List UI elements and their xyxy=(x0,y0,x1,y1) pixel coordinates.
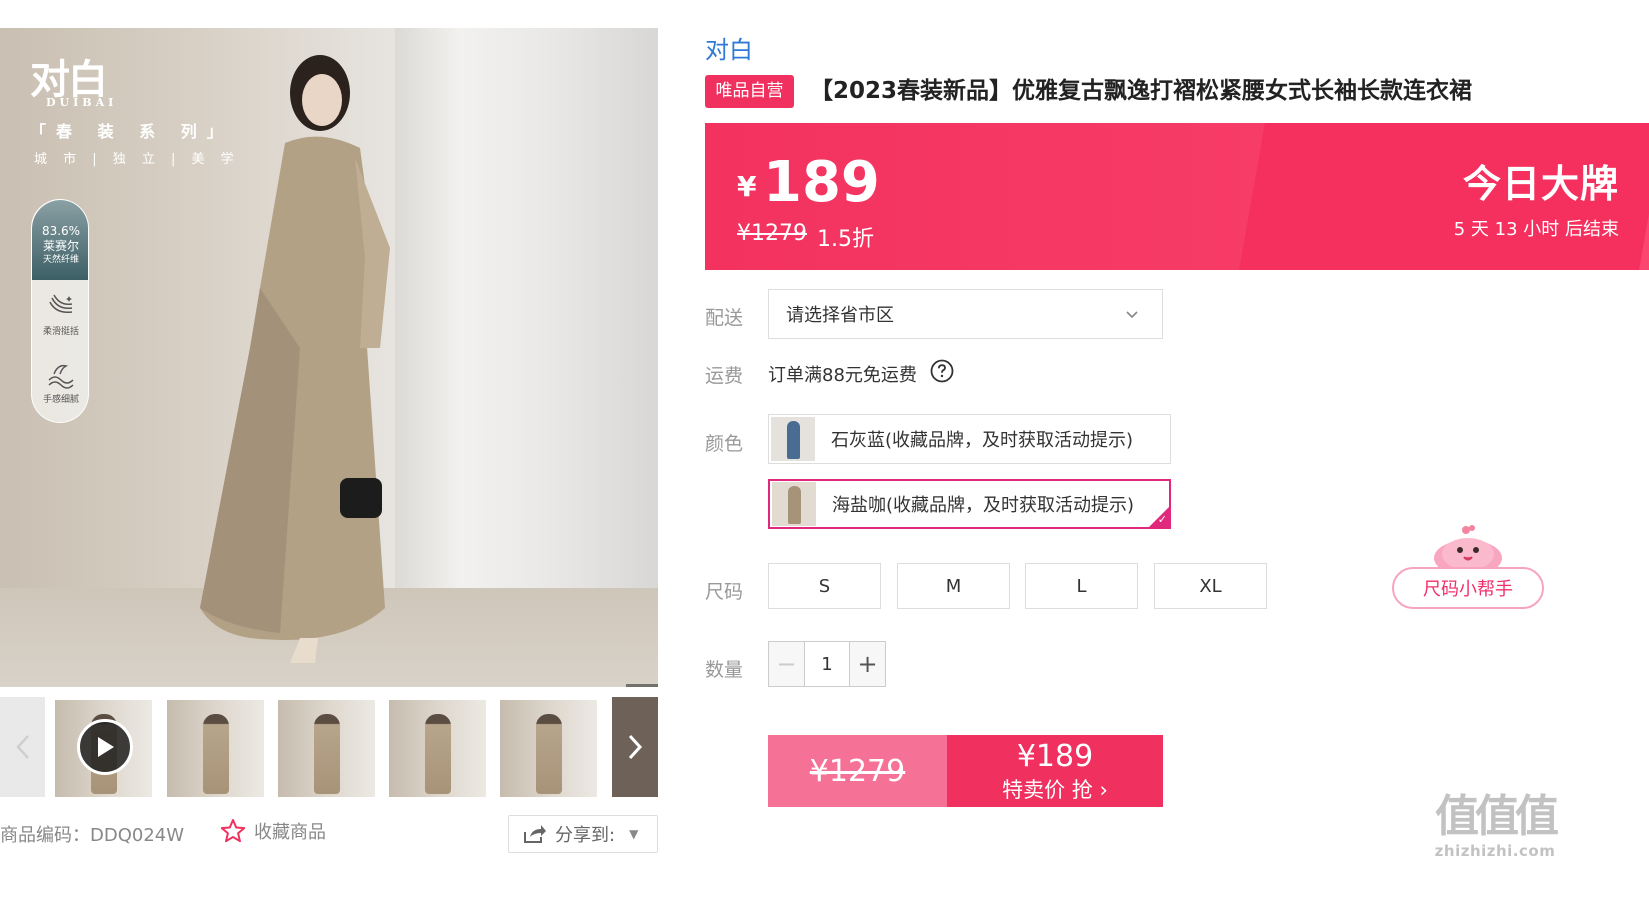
quantity-stepper: − 1 + xyxy=(768,641,886,687)
color-option[interactable]: 石灰蓝(收藏品牌，及时获取活动提示) xyxy=(768,414,1171,464)
region-select[interactable]: 请选择省市区 xyxy=(768,289,1163,339)
thumbnail-prev-button[interactable] xyxy=(0,697,45,797)
size-option-m[interactable]: M xyxy=(897,563,1010,609)
thumbnail-figure xyxy=(203,714,229,794)
buy-now-button[interactable]: ¥189 特卖价 抢 › xyxy=(947,735,1163,807)
color-option-selected[interactable]: 海盐咖(收藏品牌，及时获取活动提示) ✓ xyxy=(768,479,1171,529)
delivery-label: 配送 xyxy=(705,307,744,329)
wave-icon xyxy=(48,364,74,389)
buy-price: ¥189 xyxy=(1016,739,1094,774)
quantity-decrease-button[interactable]: − xyxy=(769,642,805,686)
size-helper-button[interactable]: 尺码小帮手 xyxy=(1392,567,1544,609)
price-currency: ¥ xyxy=(737,170,757,203)
quantity-label: 数量 xyxy=(705,659,744,681)
swatch-figure xyxy=(787,421,800,459)
buy-original-price: ¥1279 xyxy=(768,735,947,807)
feature-label: 柔滑挺括 xyxy=(42,327,79,337)
help-icon[interactable] xyxy=(930,359,954,383)
thumbnail-figure xyxy=(425,714,451,794)
chevron-down-icon xyxy=(1126,311,1138,319)
feature-soft: 手感细腻 xyxy=(32,360,88,405)
original-price: ¥1279 xyxy=(737,221,807,246)
share-label: 分享到: xyxy=(555,825,616,846)
size-option-l[interactable]: L xyxy=(1025,563,1138,609)
sku-bar: 商品编码：DDQ024W 收藏商品 分享到: ▼ xyxy=(0,812,660,854)
sku-code: 商品编码：DDQ024W xyxy=(0,825,185,846)
thumbnail-image[interactable] xyxy=(167,700,264,797)
check-icon: ✓ xyxy=(1157,513,1167,526)
self-operated-badge: 唯品自营 xyxy=(705,75,794,108)
favorite-button[interactable]: 收藏商品 xyxy=(220,818,326,844)
fiber-percent: 83.6% xyxy=(41,224,81,238)
size-option-s[interactable]: S xyxy=(768,563,881,609)
swatch-figure xyxy=(788,486,801,524)
countdown-timer: 5 天 13 小时 后结束 xyxy=(1453,219,1619,240)
thumbnail-figure xyxy=(536,714,562,794)
color-option-label: 海盐咖(收藏品牌，及时获取活动提示) xyxy=(832,495,1135,516)
buy-button[interactable]: ¥1279 ¥189 特卖价 抢 › xyxy=(768,735,1163,807)
favorite-label: 收藏商品 xyxy=(254,822,326,843)
fiber-name: 莱赛尔 xyxy=(42,239,79,253)
thumbnail-image[interactable] xyxy=(278,700,375,797)
play-icon xyxy=(98,737,114,757)
drape-icon xyxy=(49,294,73,314)
feature-label: 手感细腻 xyxy=(42,395,79,405)
watermark-domain: zhizhizhi.com xyxy=(1434,842,1556,860)
fiber-desc: 天然纤维 xyxy=(42,255,79,265)
shipping-label: 运费 xyxy=(705,365,744,387)
thumbnail-figure xyxy=(314,714,340,794)
play-video-button[interactable] xyxy=(77,719,133,775)
star-icon xyxy=(220,819,246,843)
brand-link[interactable]: 对白 xyxy=(705,30,753,65)
thumbnail-next-button[interactable] xyxy=(612,697,658,797)
quantity-value[interactable]: 1 xyxy=(805,642,849,686)
caret-down-icon: ▼ xyxy=(629,827,639,841)
chevron-left-icon xyxy=(15,735,29,759)
zoom-button[interactable] xyxy=(626,684,658,687)
shipping-policy: 订单满88元免运费 xyxy=(768,365,917,386)
watermark-logo: 值值值 xyxy=(1435,791,1559,842)
fiber-badge: 83.6% 莱赛尔 天然纤维 xyxy=(32,200,88,280)
discount-rate: 1.5折 xyxy=(817,227,874,252)
quantity-increase-button[interactable]: + xyxy=(849,642,885,686)
price-banner: ¥ 189 ¥1279 1.5折 今日大牌 5 天 13 小时 后结束 xyxy=(705,123,1649,270)
share-dropdown[interactable]: 分享到: ▼ xyxy=(508,815,658,853)
color-swatch xyxy=(772,482,816,526)
product-title: 【2023春装新品】优雅复古飘逸打褶松紧腰女式长袖长款连衣裙 xyxy=(810,78,1473,104)
color-swatch xyxy=(771,417,815,461)
current-price: 189 xyxy=(763,150,880,215)
main-product-image[interactable]: 对白 DUIBAI 「春 装 系 列」 城 市 | 独 立 | 美 学 83.6… xyxy=(0,28,658,687)
thumbnail-image[interactable] xyxy=(389,700,486,797)
brand-logo-subtitle: DUIBAI xyxy=(46,96,118,109)
share-icon xyxy=(524,825,546,843)
thumbnail-strip xyxy=(0,697,658,797)
thumbnail-image[interactable] xyxy=(500,700,597,797)
series-title: 「春 装 系 列」 xyxy=(30,122,233,141)
series-subtitle: 城 市 | 独 立 | 美 学 xyxy=(34,152,240,167)
feature-smooth: 柔滑挺括 xyxy=(32,292,88,337)
buy-action-label: 特卖价 抢 › xyxy=(1002,778,1108,802)
chevron-right-icon xyxy=(628,734,643,760)
promo-title: 今日大牌 xyxy=(1462,162,1619,206)
fabric-feature-pill: 83.6% 莱赛尔 天然纤维 柔滑挺括 手感细腻 xyxy=(31,199,89,423)
size-label: 尺码 xyxy=(705,581,744,603)
site-watermark: 值值值 zhizhizhi.com xyxy=(1425,791,1565,861)
size-option-xl[interactable]: XL xyxy=(1154,563,1267,609)
color-label: 颜色 xyxy=(705,433,744,455)
region-select-value: 请选择省市区 xyxy=(786,305,894,326)
color-option-label: 石灰蓝(收藏品牌，及时获取活动提示) xyxy=(831,430,1134,451)
